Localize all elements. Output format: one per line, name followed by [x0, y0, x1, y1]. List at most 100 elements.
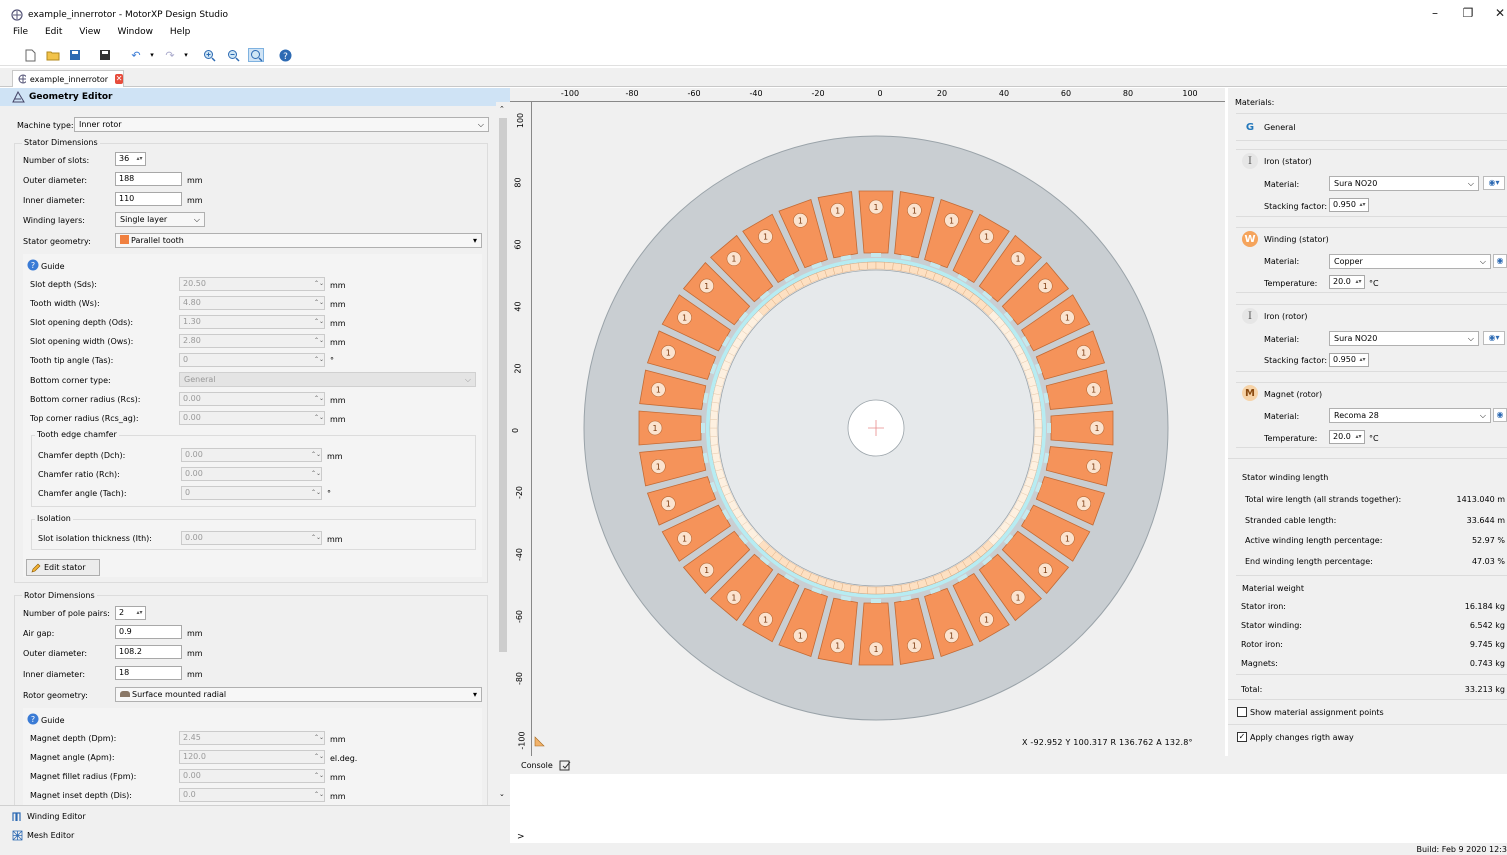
- spin-arrows-icon[interactable]: ⌃⌄: [314, 279, 324, 289]
- close-tab-icon[interactable]: ✕: [115, 74, 123, 84]
- open-folder-icon[interactable]: [45, 48, 61, 62]
- spin-arrows-icon[interactable]: ⌃⌄: [314, 771, 324, 781]
- winding-view-icon[interactable]: ◉: [1493, 254, 1507, 268]
- save-icon[interactable]: [67, 48, 83, 62]
- new-file-icon[interactable]: [22, 48, 38, 62]
- spin-arrows-icon[interactable]: ⌃⌄: [311, 469, 321, 479]
- save-as-icon[interactable]: [97, 48, 113, 62]
- iron-rotor-view-icon[interactable]: ◉▾: [1483, 331, 1505, 345]
- spin-arrows-icon[interactable]: ⌃⌄: [311, 450, 321, 460]
- undo-icon[interactable]: ↶: [128, 48, 144, 62]
- stator-geometry-select[interactable]: Parallel tooth ▾: [115, 233, 482, 248]
- guide-help-icon[interactable]: ?: [27, 713, 39, 725]
- spin-arrows-icon[interactable]: ▴▾: [1358, 355, 1367, 365]
- undo-dropdown-icon[interactable]: ▾: [144, 48, 160, 62]
- chamfer-angle-input[interactable]: 0 ⌃⌄: [181, 486, 322, 500]
- rotor-inner-diameter-input[interactable]: 18: [115, 666, 182, 680]
- guide-link[interactable]: Guide: [41, 262, 65, 271]
- bottom-corner-radius-input[interactable]: 0.00 ⌃⌄: [179, 392, 325, 406]
- tab-example-innerrotor[interactable]: example_innerrotor ✕: [12, 70, 124, 87]
- machine-type-select[interactable]: Inner rotor ⌵: [74, 117, 489, 132]
- magnet-depth-input[interactable]: 2.45 ⌃⌄: [179, 731, 325, 745]
- air-gap-input[interactable]: 0.9: [115, 625, 182, 639]
- pole-pairs-spinbox[interactable]: 2 ▴▾: [115, 606, 146, 620]
- zoom-fit-icon[interactable]: [248, 48, 264, 62]
- top-corner-radius-input[interactable]: 0.00 ⌃⌄: [179, 411, 325, 425]
- winding-material-select[interactable]: Copper ⌵: [1329, 254, 1491, 269]
- geometry-editor-header[interactable]: Geometry Editor: [0, 88, 510, 106]
- spin-arrows-icon[interactable]: ⌃⌄: [314, 355, 324, 365]
- iron-stator-material-select[interactable]: Sura NO20 ⌵: [1329, 176, 1479, 191]
- magnet-material-select[interactable]: Recoma 28 ⌵: [1329, 408, 1491, 423]
- motor-cross-section[interactable]: 1 1 1 1 1 1 1 1 1 1 1 1 1 1 1 1 1 1 1 1 1 1 1 1 1 1 1 1 1 1 1 1 1 1 1 1: [532, 102, 1225, 756]
- spin-arrows-icon[interactable]: ⌃⌄: [311, 533, 321, 543]
- spin-arrows-icon[interactable]: ⌃⌄: [314, 336, 324, 346]
- slot-opening-depth-input[interactable]: 1.30 ⌃⌄: [179, 315, 325, 329]
- rotor-geometry-select[interactable]: Surface mounted radial ▾: [115, 687, 482, 702]
- iron-rotor-material-select[interactable]: Sura NO20 ⌵: [1329, 331, 1479, 346]
- spin-arrows-icon[interactable]: ▴▾: [1354, 277, 1363, 287]
- spin-arrows-icon[interactable]: ⌃⌄: [314, 790, 324, 800]
- clear-console-icon[interactable]: [559, 760, 571, 771]
- menu-file[interactable]: File: [13, 27, 28, 37]
- slot-opening-width-input[interactable]: 2.80 ⌃⌄: [179, 334, 325, 348]
- left-panel-scrollbar[interactable]: ⌃ ⌄: [496, 102, 510, 802]
- zoom-out-icon[interactable]: [225, 48, 241, 62]
- redo-icon[interactable]: ↷: [162, 48, 178, 62]
- guide-help-icon[interactable]: ?: [27, 259, 39, 271]
- magnet-angle-input[interactable]: 120.0 ⌃⌄: [179, 750, 325, 764]
- redo-dropdown-icon[interactable]: ▾: [178, 48, 194, 62]
- rotor-guide-link[interactable]: Guide: [41, 716, 65, 725]
- zoom-in-icon[interactable]: [201, 48, 217, 62]
- show-points-checkbox[interactable]: [1237, 707, 1247, 717]
- spin-arrows-icon[interactable]: ▴▾: [1354, 432, 1363, 442]
- spin-arrows-icon[interactable]: ⌃⌄: [314, 413, 324, 423]
- winding-editor-tab[interactable]: Winding Editor: [12, 808, 86, 825]
- spin-arrows-icon[interactable]: ⌃⌄: [314, 298, 324, 308]
- bottom-corner-type-select[interactable]: General ⌵: [179, 372, 476, 387]
- chamfer-depth-input[interactable]: 0.00 ⌃⌄: [181, 448, 322, 462]
- menu-help[interactable]: Help: [170, 27, 191, 37]
- magnet-temperature-spinbox[interactable]: 20.0 ▴▾: [1329, 430, 1365, 444]
- console-prompt[interactable]: >: [517, 832, 525, 842]
- slot-depth-input[interactable]: 20.50 ⌃⌄: [179, 277, 325, 291]
- spin-arrows-icon[interactable]: ▴▾: [1358, 200, 1367, 210]
- slot-isolation-thickness-input[interactable]: 0.00 ⌃⌄: [181, 531, 322, 545]
- outer-diameter-input[interactable]: 188: [115, 172, 182, 186]
- spin-arrows-icon[interactable]: ⌃⌄: [314, 317, 324, 327]
- winding-layers-select[interactable]: Single layer ⌵: [115, 212, 205, 227]
- number-of-slots-spinbox[interactable]: 36 ▴▾: [115, 152, 146, 166]
- spin-arrows-icon[interactable]: ▴▾: [135, 608, 144, 618]
- spin-arrows-icon[interactable]: ⌃⌄: [314, 733, 324, 743]
- spin-arrows-icon[interactable]: ⌃⌄: [311, 488, 321, 498]
- scrollbar-thumb[interactable]: [499, 118, 507, 652]
- maximize-button[interactable]: ❐: [1456, 6, 1480, 20]
- iron-stator-view-icon[interactable]: ◉▾: [1483, 176, 1505, 190]
- minimize-button[interactable]: –: [1423, 6, 1447, 20]
- magnet-view-icon[interactable]: ◉: [1493, 408, 1507, 422]
- spin-arrows-icon[interactable]: ⌃⌄: [314, 394, 324, 404]
- apply-changes-checkbox[interactable]: ✓: [1237, 732, 1247, 742]
- winding-temperature-spinbox[interactable]: 20.0 ▴▾: [1329, 275, 1365, 289]
- edit-stator-button[interactable]: Edit stator: [26, 559, 100, 576]
- magnet-inset-depth-input[interactable]: 0.0 ⌃⌄: [179, 788, 325, 802]
- help-icon[interactable]: ?: [277, 48, 293, 62]
- rotor-outer-diameter-input[interactable]: 108.2: [115, 645, 182, 659]
- magnet-fillet-radius-input[interactable]: 0.00 ⌃⌄: [179, 769, 325, 783]
- chamfer-ratio-input[interactable]: 0.00 ⌃⌄: [181, 467, 322, 481]
- scroll-down-icon[interactable]: ⌄: [499, 790, 505, 798]
- spin-arrows-icon[interactable]: ▴▾: [135, 154, 144, 164]
- tooth-width-input[interactable]: 4.80 ⌃⌄: [179, 296, 325, 310]
- close-button[interactable]: ✕: [1488, 6, 1507, 20]
- iron-stator-stacking-spinbox[interactable]: 0.950 ▴▾: [1329, 198, 1369, 212]
- menu-edit[interactable]: Edit: [45, 27, 62, 37]
- iron-rotor-stacking-spinbox[interactable]: 0.950 ▴▾: [1329, 353, 1369, 367]
- spin-arrows-icon[interactable]: ⌃⌄: [314, 752, 324, 762]
- inner-diameter-input[interactable]: 110: [115, 192, 182, 206]
- tooth-tip-angle-input[interactable]: 0 ⌃⌄: [179, 353, 325, 367]
- mesh-editor-tab[interactable]: Mesh Editor: [12, 827, 74, 844]
- scroll-up-icon[interactable]: ⌃: [499, 105, 505, 113]
- menu-view[interactable]: View: [79, 27, 100, 37]
- console-header[interactable]: Console: [510, 756, 1507, 774]
- menu-window[interactable]: Window: [117, 27, 153, 37]
